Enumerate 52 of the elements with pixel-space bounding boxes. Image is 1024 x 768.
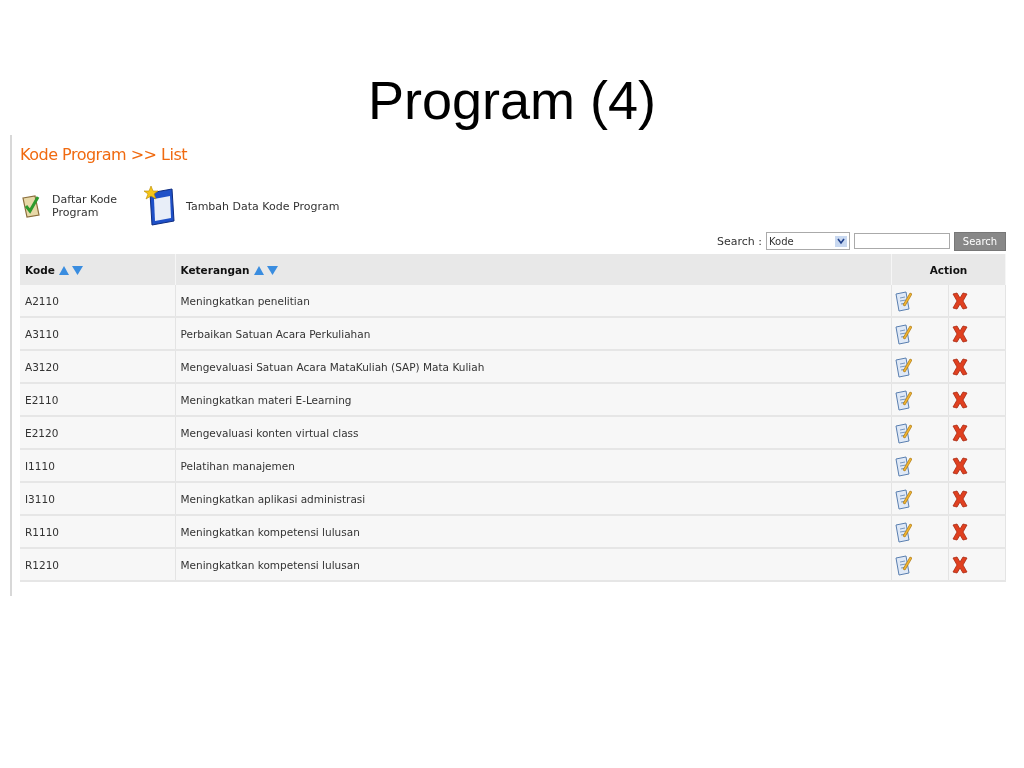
search-field-select[interactable]: Kode [766,232,850,250]
edit-icon[interactable] [894,454,912,477]
edit-icon[interactable] [894,553,912,576]
search-label: Search : [717,234,762,248]
keterangan-cell: Meningkatkan kompetensi lulusan [175,548,892,581]
search-input[interactable] [854,233,950,249]
edit-icon[interactable] [894,520,912,543]
keterangan-cell: Meningkatkan aplikasi administrasi [175,482,892,515]
page-heading: Kode Program >> List [20,145,189,164]
kode-cell: A3110 [20,317,175,350]
toolbar-link[interactable]: Tambah Data Kode Program [144,185,340,227]
sort-arrows-icon[interactable] [252,263,279,276]
keterangan-cell: Meningkatkan kompetensi lulusan [175,515,892,548]
edit-icon[interactable] [894,487,912,510]
delete-icon[interactable] [951,290,969,311]
keterangan-cell: Meningkatkan penelitian [175,285,892,317]
keterangan-cell: Pelatihan manajemen [175,449,892,482]
sort-arrows-icon[interactable] [57,263,84,276]
delete-icon[interactable] [951,422,969,443]
search-button[interactable]: Search [954,231,1006,251]
delete-icon[interactable] [951,521,969,542]
kode-cell: E2120 [20,416,175,449]
kode-cell: I3110 [20,482,175,515]
kode-cell: R1210 [20,548,175,581]
delete-icon[interactable] [951,488,969,509]
toolbar-link[interactable]: Daftar Kode Program [20,193,122,219]
edit-icon[interactable] [894,355,912,378]
dropdown-arrow-icon [835,235,847,247]
keterangan-cell: Mengevaluasi Satuan Acara MataKuliah (SAP) Mata Kuliah [175,350,892,383]
delete-icon[interactable] [951,455,969,476]
column-label: Keterangan [180,263,250,276]
delete-icon[interactable] [951,356,969,377]
column-label: Action [929,263,968,276]
column-label: Kode [25,263,55,276]
clipboard-check-icon [20,193,42,219]
keterangan-cell: Perbaikan Satuan Acara Perkuliahan [175,317,892,350]
kode-cell: I1110 [20,449,175,482]
window-star-icon [144,185,176,227]
edit-icon[interactable] [894,388,912,411]
slide-title: Program (4) [367,69,657,132]
delete-icon[interactable] [951,554,969,575]
delete-icon[interactable] [951,389,969,410]
edit-icon[interactable] [894,289,912,312]
delete-icon[interactable] [951,323,969,344]
kode-cell: E2110 [20,383,175,416]
keterangan-cell: Meningkatkan materi E-Learning [175,383,892,416]
kode-cell: A3120 [20,350,175,383]
edit-icon[interactable] [894,421,912,444]
kode-cell: R1110 [20,515,175,548]
keterangan-cell: Mengevaluasi konten virtual class [175,416,892,449]
kode-cell: A2110 [20,285,175,317]
edit-icon[interactable] [894,322,912,345]
